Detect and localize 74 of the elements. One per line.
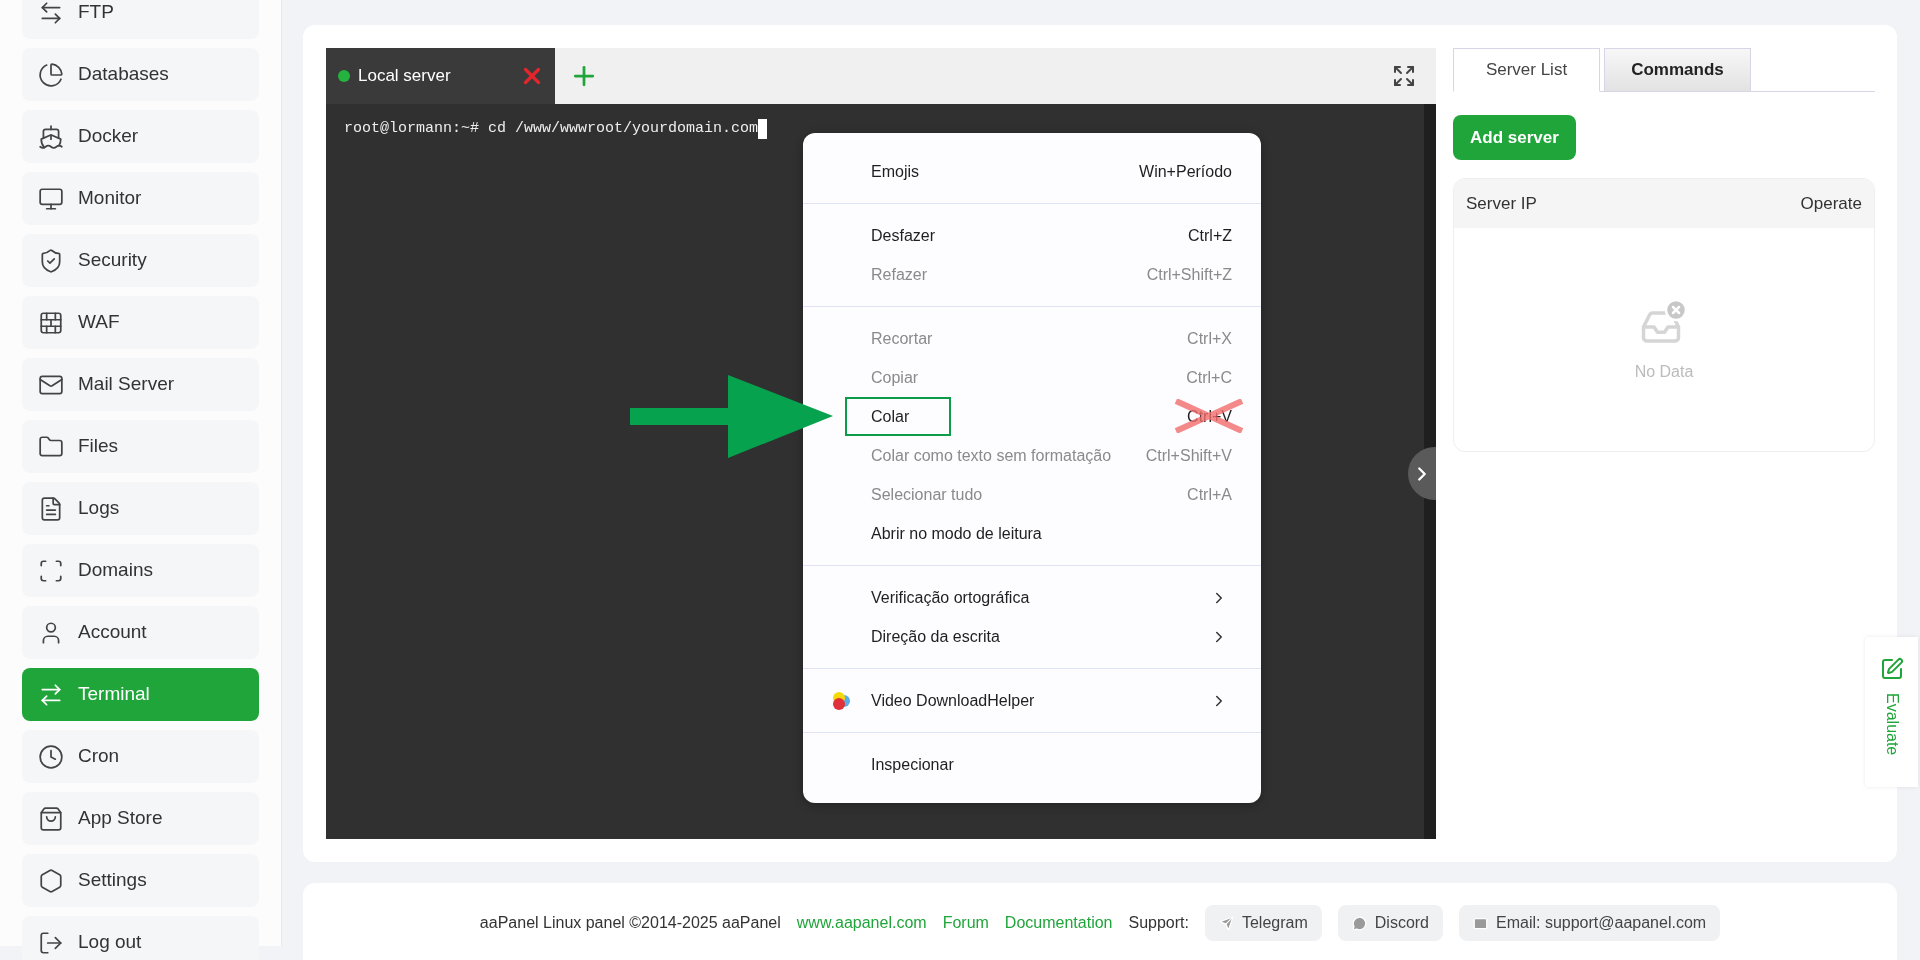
panel-tab[interactable]: Commands — [1604, 48, 1751, 92]
terminal-line: root@lormann:~# cd /www/wwwroot/yourdomain.com — [344, 119, 759, 139]
menu-item[interactable]: Inspecionar — [803, 745, 1261, 784]
shortcut-text: Ctrl+Shift+Z — [1146, 265, 1232, 283]
sidebar-item[interactable]: Databases — [22, 48, 259, 101]
brick-wall-icon — [38, 309, 64, 336]
menu-label: Inspecionar — [871, 754, 954, 775]
menu-label: Colar como texto sem formatação — [871, 445, 1112, 466]
edit-note-icon — [1879, 657, 1904, 681]
empty-text: No Data — [1634, 362, 1694, 382]
shortcut-text: Ctrl+Z — [1188, 226, 1232, 244]
logout-icon — [38, 929, 64, 956]
shortcut-text: Ctrl+X — [1187, 329, 1232, 347]
sidebar-item[interactable]: Logs — [22, 482, 259, 535]
clock-icon — [38, 743, 64, 770]
sidebar-item[interactable]: WAF — [22, 296, 259, 349]
sidebar-item[interactable]: Docker — [22, 110, 259, 163]
support-label: Support: — [1128, 913, 1189, 933]
ship-icon — [38, 123, 64, 150]
fullscreen-icon[interactable] — [1392, 64, 1416, 88]
arrows-icon — [38, 681, 64, 708]
menu-label: Emojis — [871, 161, 919, 182]
bag-icon — [38, 805, 64, 832]
scan-icon — [38, 557, 64, 584]
sidebar-item[interactable]: Monitor — [22, 172, 259, 225]
menu-label: Video DownloadHelper — [871, 690, 1035, 711]
menu-label: Recortar — [871, 328, 933, 349]
collapse-handle[interactable] — [1408, 447, 1436, 500]
sidebar-item[interactable]: Files — [22, 420, 259, 473]
document-icon — [38, 495, 64, 522]
sidebar-item[interactable]: Mail Server — [22, 358, 259, 411]
sidebar-item[interactable]: Security — [22, 234, 259, 287]
menu-label: Abrir no modo de leitura — [871, 523, 1042, 544]
monitor-icon — [38, 185, 64, 212]
support-button[interactable]: Email: support@aapanel.com — [1459, 905, 1721, 941]
panel-tab[interactable]: Server List — [1453, 48, 1600, 92]
sidebar-item[interactable]: Account — [22, 606, 259, 659]
menu-label: Selecionar tudo — [871, 484, 983, 505]
sidebar-item[interactable]: FTP — [22, 0, 259, 39]
chat-icon — [1351, 915, 1367, 931]
menu-label: Colar — [871, 406, 910, 427]
menu-label: Direção da escrita — [871, 626, 1000, 647]
support-button[interactable]: Telegram — [1204, 905, 1322, 941]
column-header: Server IP — [1466, 192, 1537, 215]
shortcut-text: Win+Período — [1139, 162, 1232, 180]
terminal-tab[interactable]: Local server — [326, 48, 555, 104]
support-button[interactable]: Discord — [1337, 905, 1443, 941]
shortcut-text: Ctrl+C — [1186, 368, 1232, 386]
menu-item[interactable]: Video DownloadHelper — [803, 681, 1261, 720]
mail-icon — [1473, 915, 1488, 931]
menu-label: Refazer — [871, 264, 928, 285]
arrows-icon — [38, 0, 64, 26]
menu-item[interactable]: Verificação ortográfica — [803, 578, 1261, 617]
pie-chart-icon — [38, 61, 64, 88]
sidebar-item[interactable]: Settings — [22, 854, 259, 907]
paper-plane-icon — [1218, 915, 1234, 931]
text-cursor — [758, 119, 768, 140]
menu-label: Verificação ortográfica — [871, 587, 1030, 608]
menu-item[interactable]: Desfazer Ctrl+Z — [803, 216, 1261, 255]
settings-icon — [38, 867, 64, 894]
copyright-text: aaPanel Linux panel ©2014-2025 aaPanel — [479, 913, 781, 933]
menu-item[interactable]: Direção da escrita — [803, 617, 1261, 656]
shortcut-text: Ctrl+A — [1187, 485, 1232, 503]
sidebar-item[interactable]: Domains — [22, 544, 259, 597]
sidebar-item[interactable]: App Store — [22, 792, 259, 845]
folder-icon — [38, 433, 64, 460]
shield-icon — [38, 247, 64, 274]
sidebar-item[interactable]: Cron — [22, 730, 259, 783]
menu-label: Copiar — [871, 367, 919, 388]
menu-item[interactable]: Abrir no modo de leitura — [803, 514, 1261, 553]
column-header: Operate — [1800, 192, 1862, 215]
shortcut-text: Ctrl+Shift+V — [1145, 446, 1232, 464]
menu-label: Desfazer — [871, 225, 936, 246]
menu-item[interactable]: Emojis Win+Período — [803, 152, 1261, 191]
